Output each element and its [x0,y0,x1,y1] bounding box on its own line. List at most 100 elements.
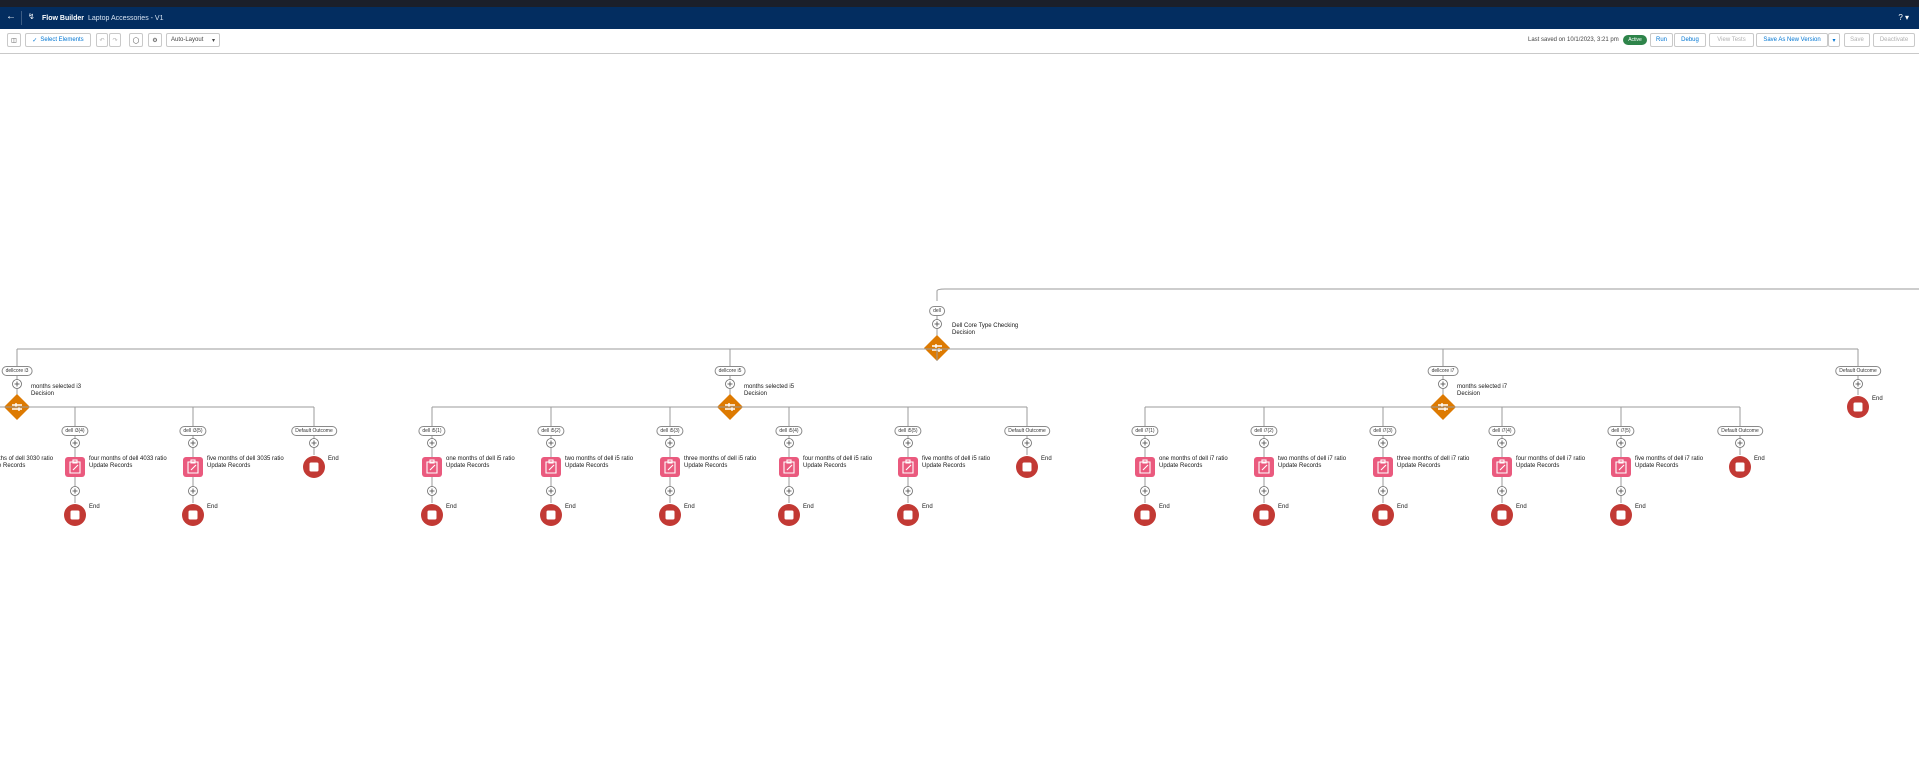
add-element-button[interactable] [1259,486,1269,496]
add-element-button[interactable] [188,438,198,448]
add-element-button[interactable] [1438,379,1448,389]
update-records-node[interactable] [898,457,918,477]
outcome-connector-label[interactable]: Default Outcome [1004,426,1050,436]
add-element-button[interactable] [1259,438,1269,448]
outcome-connector-label[interactable]: dell i5(4) [775,426,803,436]
add-element-button[interactable] [427,438,437,448]
layout-mode-select[interactable]: Auto-Layout ▾ [166,33,220,47]
update-records-node[interactable] [541,457,561,477]
help-menu-icon[interactable]: ? ▾ [1898,13,1909,22]
add-element-button[interactable] [1378,438,1388,448]
add-element-button[interactable] [1497,438,1507,448]
outcome-connector-label[interactable]: Default Outcome [1835,366,1881,376]
add-element-button[interactable] [12,379,22,389]
update-records-node[interactable] [183,457,203,477]
end-node[interactable] [1253,504,1275,526]
add-element-button[interactable] [309,438,319,448]
end-node[interactable] [1491,504,1513,526]
add-element-button[interactable] [546,438,556,448]
add-element-button[interactable] [665,438,675,448]
outcome-connector-label[interactable]: dell i7(4) [1488,426,1516,436]
outcome-connector-label[interactable]: dellcore i5 [714,366,746,376]
outcome-connector-label[interactable]: dell i5(5) [894,426,922,436]
update-records-node[interactable] [779,457,799,477]
end-node[interactable] [778,504,800,526]
add-element-button[interactable] [665,486,675,496]
outcome-connector-label[interactable]: dell i7(1) [1131,426,1159,436]
add-element-button[interactable] [1735,438,1745,448]
add-element-button[interactable] [546,486,556,496]
redo-button[interactable]: ↷ [109,33,121,47]
run-button[interactable]: Run [1650,33,1673,47]
update-records-node[interactable] [1135,457,1155,477]
outcome-connector-label[interactable]: dell i7(5) [1607,426,1635,436]
update-records-node[interactable] [1254,457,1274,477]
add-element-button[interactable] [932,319,942,329]
stop-icon [784,510,794,520]
zoom-fit-button[interactable]: ◯ [129,33,143,47]
end-node[interactable] [1372,504,1394,526]
deactivate-button[interactable]: Deactivate [1873,33,1915,47]
end-node[interactable] [303,456,325,478]
outcome-connector-label[interactable]: dellcore i3 [1,366,33,376]
add-element-button[interactable] [1022,438,1032,448]
end-node[interactable] [64,504,86,526]
stop-icon [188,510,198,520]
outcome-connector-label[interactable]: dell i3(4) [61,426,89,436]
add-element-button[interactable] [1140,486,1150,496]
update-records-node[interactable] [65,457,85,477]
outcome-connector-label[interactable]: dell i7(3) [1369,426,1397,436]
outcome-connector-label[interactable]: Default Outcome [1717,426,1763,436]
add-element-button[interactable] [1616,486,1626,496]
add-element-button[interactable] [1378,486,1388,496]
outcome-connector-label[interactable]: dellcore i7 [1427,366,1459,376]
add-element-button[interactable] [1497,486,1507,496]
end-node[interactable] [1847,396,1869,418]
add-element-button[interactable] [70,486,80,496]
add-element-button[interactable] [1853,379,1863,389]
end-node[interactable] [1134,504,1156,526]
save-button[interactable]: Save [1844,33,1870,47]
add-element-button[interactable] [725,379,735,389]
view-tests-button[interactable]: View Tests [1709,33,1754,47]
save-options-menu-button[interactable]: ▾ [1828,33,1840,47]
add-element-button[interactable] [784,438,794,448]
settings-button[interactable]: ⚙ [148,33,162,47]
update-records-node[interactable] [660,457,680,477]
end-node[interactable] [1610,504,1632,526]
outcome-connector-label[interactable]: dell [929,306,945,316]
update-records-node[interactable] [1611,457,1631,477]
update-records-node[interactable] [1373,457,1393,477]
add-element-button[interactable] [70,438,80,448]
stop-icon [309,462,319,472]
end-node[interactable] [1729,456,1751,478]
save-as-new-version-button[interactable]: Save As New Version [1756,33,1828,47]
end-node[interactable] [659,504,681,526]
add-element-button[interactable] [427,486,437,496]
add-element-button[interactable] [784,486,794,496]
undo-button[interactable]: ↶ [96,33,108,47]
flow-canvas[interactable]: dell Dell Core Type Checking Decision dellc… [0,54,1919,775]
update-records-node[interactable] [1492,457,1512,477]
outcome-connector-label[interactable]: dell i5(1) [418,426,446,436]
outcome-connector-label[interactable]: dell i3(5) [179,426,207,436]
end-node[interactable] [897,504,919,526]
select-elements-button[interactable]: ✓ Select Elements [25,33,91,47]
outcome-connector-label[interactable]: dell i5(3) [656,426,684,436]
debug-button[interactable]: Debug [1674,33,1706,47]
update-records-node[interactable] [422,457,442,477]
add-element-button[interactable] [903,438,913,448]
outcome-connector-label[interactable]: Default Outcome [291,426,337,436]
add-element-button[interactable] [1140,438,1150,448]
end-node[interactable] [421,504,443,526]
outcome-connector-label[interactable]: dell i5(2) [537,426,565,436]
toggle-toolbox-button[interactable]: ◫ [7,33,21,47]
add-element-button[interactable] [1616,438,1626,448]
back-arrow-icon[interactable]: ← [6,12,16,22]
end-node[interactable] [1016,456,1038,478]
add-element-button[interactable] [903,486,913,496]
end-node[interactable] [540,504,562,526]
add-element-button[interactable] [188,486,198,496]
end-node[interactable] [182,504,204,526]
outcome-connector-label[interactable]: dell i7(2) [1250,426,1278,436]
